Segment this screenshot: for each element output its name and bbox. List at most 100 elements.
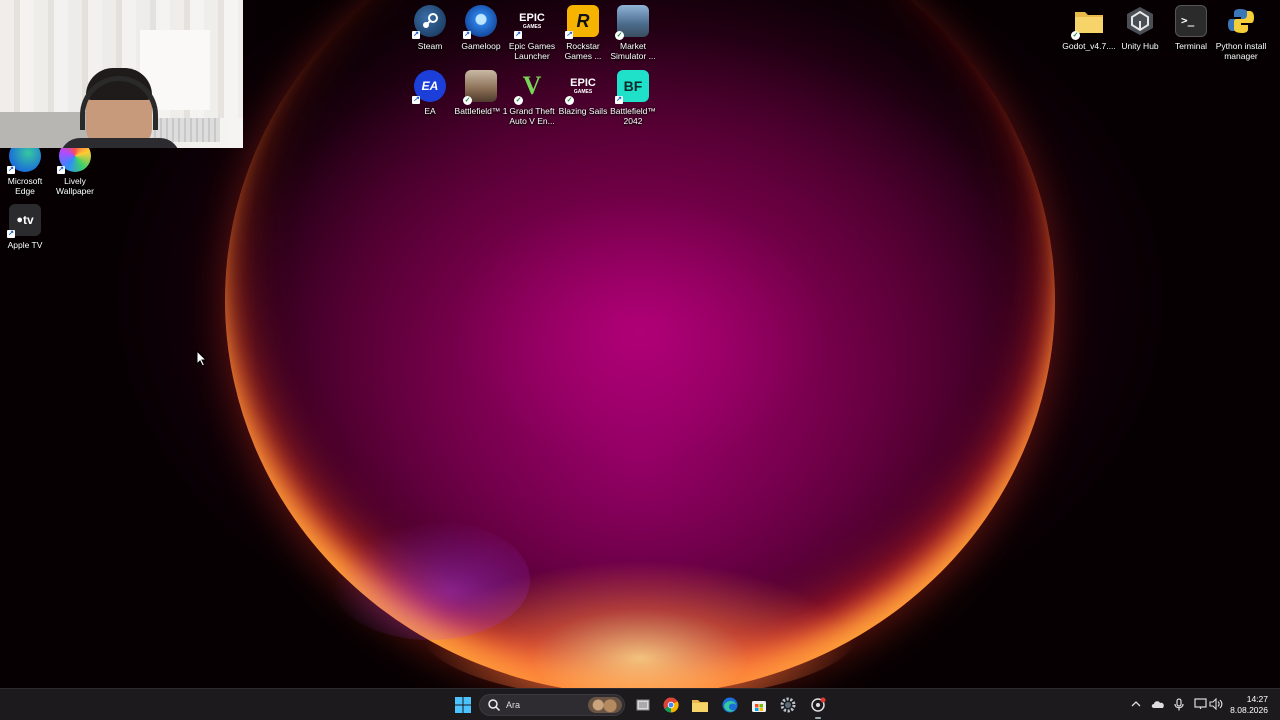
microsoft-store-button[interactable] (748, 694, 770, 716)
shortcut-badge-icon: ↗ (514, 31, 522, 39)
desktop-icon-battlefield-2042[interactable]: BF ↗ Battlefield™ 2042 (606, 70, 660, 126)
file-explorer-icon (692, 700, 708, 712)
desktop-icon-lively-wallpaper[interactable]: ↗ Lively Wallpaper (48, 140, 102, 196)
desktop-icon-label: Apple TV (7, 240, 43, 250)
rockstar-logo-text: R (576, 11, 590, 31)
desktop-icon-terminal[interactable]: >_ Terminal (1164, 5, 1218, 51)
desktop-icon-steam[interactable]: ↗ Steam (403, 5, 457, 51)
desktop-icon-godot-folder[interactable]: ✓ Godot_v4.7.... (1062, 5, 1116, 51)
sync-check-icon: ✓ (463, 96, 472, 105)
epic-logo-text: EPIC (519, 11, 545, 24)
sync-check-icon: ✓ (1071, 31, 1080, 40)
unity-hub-icon (1124, 5, 1156, 37)
desktop-icon-label: Gameloop (461, 41, 501, 51)
ea-icon: EA ↗ (412, 70, 446, 104)
taskbar: Ara 14:27 8.08.2026 (0, 688, 1280, 720)
desktop-icon-gameloop[interactable]: ↗ Gameloop (454, 5, 508, 51)
shortcut-badge-icon: ↗ (615, 96, 623, 104)
running-indicator (815, 717, 821, 719)
search-placeholder: Ara (506, 700, 521, 710)
desktop-icon-label: Unity Hub (1121, 41, 1159, 51)
sync-check-icon: ✓ (514, 96, 523, 105)
microphone-tray-button[interactable] (1172, 697, 1186, 711)
recorder-button[interactable] (807, 694, 829, 719)
desktop-icon-python-install-manager[interactable]: Python install manager (1214, 5, 1268, 61)
taskbar-clock[interactable]: 14:27 8.08.2026 (1230, 694, 1268, 716)
desktop-icon-market-simulator[interactable]: ✓ Market Simulator ... (606, 5, 660, 61)
shortcut-badge-icon: ↗ (412, 96, 420, 104)
desktop-icon-label: Blazing Sails (558, 106, 608, 116)
webcam-overlay (0, 0, 243, 148)
clock-date: 8.08.2026 (1230, 705, 1268, 715)
desktop-icon-battlefield-1[interactable]: ✓ Battlefield™ 1 (454, 70, 508, 116)
gta-logo-text: V (522, 71, 542, 100)
display-tray-button[interactable] (1193, 697, 1207, 711)
desktop-icon-label: Battlefield™ 1 (454, 106, 508, 116)
shortcut-badge-icon: ↗ (412, 31, 420, 39)
shortcut-badge-icon: ↗ (463, 31, 471, 39)
desktop-icon-rockstar[interactable]: R ↗ Rockstar Games ... (556, 5, 610, 61)
epic-logo-subtext: GAMES (522, 23, 542, 30)
battlefield-2042-icon: BF ↗ (615, 70, 649, 104)
desktop-icon-label: Market Simulator ... (610, 41, 656, 61)
edge-button[interactable] (719, 694, 741, 716)
webcam-person-body (60, 138, 180, 148)
windows-start-icon (455, 697, 471, 713)
task-view-icon (636, 699, 650, 711)
market-simulator-icon: ✓ (615, 5, 649, 40)
sync-check-icon: ✓ (615, 31, 624, 40)
shortcut-badge-icon: ↗ (7, 230, 15, 238)
desktop-icon-blazing-sails[interactable]: EPIC GAMES ✓ Blazing Sails (556, 70, 610, 116)
settings-button[interactable] (777, 694, 799, 716)
ea-logo-text: EA (421, 79, 439, 93)
desktop-icon-label: Rockstar Games ... (564, 41, 602, 61)
wallpaper-purple-glow (330, 520, 530, 640)
volume-icon (1209, 698, 1223, 710)
gameloop-icon: ↗ (463, 5, 497, 39)
desktop-icon-label: Lively Wallpaper (56, 176, 94, 196)
onedrive-icon (1151, 701, 1164, 708)
desktop-icon-label: Epic Games Launcher (508, 41, 556, 61)
rockstar-icon: R ↗ (565, 5, 599, 39)
task-view-button[interactable] (632, 694, 654, 716)
settings-icon (780, 697, 796, 713)
shortcut-badge-icon: ↗ (7, 166, 15, 174)
chrome-button[interactable] (660, 694, 682, 716)
search-highlight-image (588, 697, 622, 713)
show-hidden-icons-button[interactable] (1129, 697, 1143, 711)
desktop-icon-gta-v[interactable]: V ✓ Grand Theft Auto V En... (505, 70, 559, 127)
onedrive-tray-button[interactable] (1151, 697, 1165, 711)
desktop-icon-label: EA (424, 106, 436, 116)
start-button[interactable] (452, 694, 474, 716)
desktop-icon-epic-games[interactable]: EPIC GAMES ↗ Epic Games Launcher (505, 5, 559, 61)
desktop: ↗ Steam ↗ Gameloop EPIC GAMES ↗ Epic Gam… (0, 0, 1280, 688)
chrome-icon (663, 697, 679, 713)
search-icon (488, 699, 501, 712)
volume-tray-button[interactable] (1209, 697, 1223, 711)
sync-check-icon: ✓ (565, 96, 574, 105)
desktop-icon-label: Grand Theft Auto V En... (509, 106, 555, 126)
clock-time: 14:27 (1246, 694, 1268, 704)
desktop-icon-label: Terminal (1174, 41, 1208, 51)
edge-icon (722, 697, 738, 713)
terminal-icon: >_ (1175, 5, 1207, 37)
steam-icon: ↗ (412, 5, 446, 39)
epic-logo-subtext: GAMES (573, 88, 593, 95)
microphone-icon (1174, 697, 1184, 710)
bf2042-logo-text: BF (623, 78, 643, 94)
desktop-icon-label: Steam (417, 41, 443, 51)
display-icon (1193, 698, 1207, 709)
apple-tv-logo-text: tv (22, 213, 34, 227)
epic-games-icon: EPIC GAMES ↗ (514, 5, 548, 39)
taskbar-search[interactable]: Ara (479, 694, 625, 716)
desktop-icon-ea[interactable]: EA ↗ EA (403, 70, 457, 116)
shortcut-badge-icon: ↗ (57, 166, 65, 174)
desktop-icon-apple-tv[interactable]: ● tv ↗ Apple TV (0, 204, 52, 250)
desktop-icon-microsoft-edge[interactable]: ↗ Microsoft Edge (0, 140, 52, 196)
python-icon (1225, 5, 1257, 37)
desktop-icon-label: Microsoft Edge (7, 176, 43, 196)
file-explorer-button[interactable] (689, 694, 711, 716)
chevron-up-icon (1131, 701, 1141, 707)
desktop-icon-unity-hub[interactable]: Unity Hub (1113, 5, 1167, 51)
desktop-icon-label: Battlefield™ 2042 (610, 106, 656, 126)
